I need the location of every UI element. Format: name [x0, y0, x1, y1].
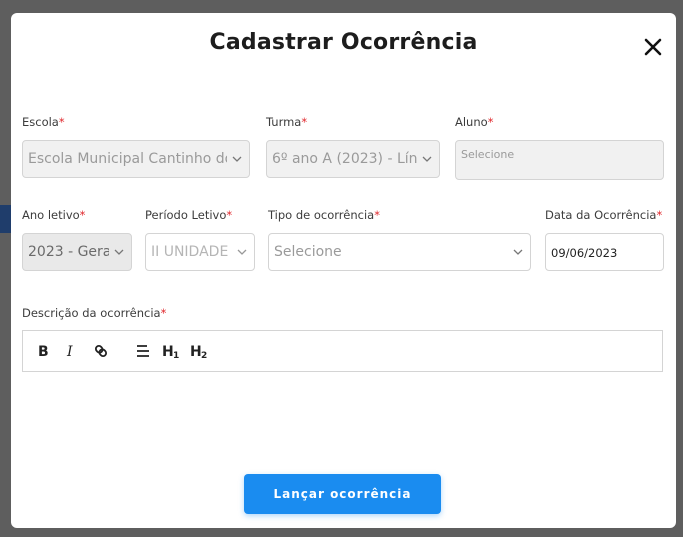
- aluno-label: Aluno*: [455, 115, 494, 129]
- italic-icon[interactable]: I: [66, 341, 78, 361]
- escola-label: Escola*: [22, 115, 65, 129]
- register-occurrence-modal: Cadastrar Ocorrência Escola* Escola Muni…: [11, 13, 676, 528]
- bold-icon[interactable]: B: [37, 341, 51, 361]
- heading2-icon[interactable]: H 2: [190, 341, 210, 361]
- ano-letivo-label: Ano letivo*: [22, 208, 86, 222]
- periodo-letivo-select[interactable]: II UNIDADE: [145, 233, 255, 271]
- align-icon[interactable]: [135, 341, 151, 361]
- chevron-down-icon: [422, 156, 432, 162]
- data-ocorrencia-input[interactable]: 09/06/2023: [545, 233, 664, 271]
- submit-occurrence-button[interactable]: Lançar ocorrência: [244, 474, 441, 514]
- modal-title: Cadastrar Ocorrência: [209, 30, 478, 55]
- ano-letivo-select[interactable]: 2023 - Geral: [22, 233, 132, 271]
- svg-text:B: B: [38, 344, 49, 360]
- tipo-ocorrencia-select[interactable]: Selecione: [268, 233, 531, 271]
- periodo-letivo-label: Período Letivo*: [145, 208, 233, 222]
- descricao-label: Descrição da ocorrência*: [22, 306, 167, 320]
- chevron-down-icon: [237, 249, 247, 255]
- chevron-down-icon: [114, 249, 124, 255]
- svg-text:I: I: [66, 344, 73, 360]
- turma-select[interactable]: 6º ano A (2023) - Língua Portuguesa: [266, 140, 440, 178]
- chevron-down-icon: [232, 156, 242, 162]
- heading1-icon[interactable]: H 1: [162, 341, 182, 361]
- svg-text:H: H: [162, 344, 174, 360]
- tipo-ocorrencia-label: Tipo de ocorrência*: [268, 208, 380, 222]
- escola-select[interactable]: Escola Municipal Cantinho do Céu: [22, 140, 250, 178]
- chevron-down-icon: [513, 249, 523, 255]
- svg-text:1: 1: [173, 351, 179, 361]
- close-icon[interactable]: [641, 35, 665, 59]
- link-icon[interactable]: [92, 341, 110, 361]
- svg-text:2: 2: [201, 351, 207, 361]
- descricao-editor[interactable]: B I H 1 H 2: [22, 330, 663, 372]
- data-ocorrencia-label: Data da Ocorrência*: [545, 208, 663, 222]
- turma-label: Turma*: [266, 115, 308, 129]
- svg-text:H: H: [190, 344, 202, 360]
- aluno-select[interactable]: Selecione: [455, 140, 664, 180]
